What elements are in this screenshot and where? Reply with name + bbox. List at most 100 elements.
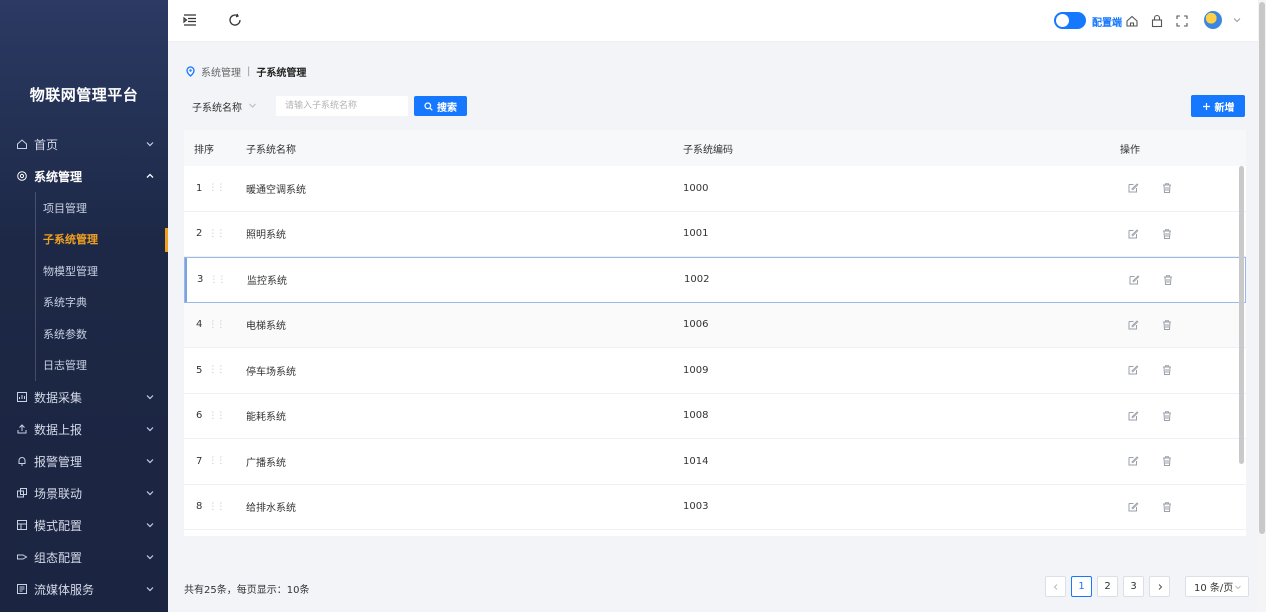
- delete-icon[interactable]: [1161, 455, 1173, 467]
- mode-icon: [17, 520, 27, 530]
- sidebar-submenu: 项目管理 子系统管理 物模型管理 系统字典 系统参数 日志管理: [0, 192, 168, 381]
- sidebar-subitem-parameters[interactable]: 系统参数: [0, 318, 168, 350]
- menu-fold-icon[interactable]: [183, 13, 197, 27]
- row-name: 能耗系统: [246, 412, 286, 424]
- drag-handle-icon[interactable]: ⋮⋮: [208, 502, 225, 512]
- page-size-select[interactable]: 10 条/页: [1185, 576, 1249, 597]
- delete-icon[interactable]: [1161, 319, 1173, 331]
- edit-icon[interactable]: [1127, 228, 1139, 240]
- delete-icon[interactable]: [1161, 364, 1173, 376]
- row-code: 1014: [683, 455, 709, 467]
- delete-icon[interactable]: [1161, 501, 1173, 513]
- delete-icon[interactable]: [1161, 228, 1173, 240]
- home-icon[interactable]: [1125, 14, 1139, 28]
- page-scrollbar-thumb[interactable]: [1259, 2, 1265, 534]
- row-index-cell: 1 ⋮⋮: [184, 183, 236, 194]
- row-index: 7: [196, 455, 203, 467]
- sidebar-item-label: 场景联动: [34, 486, 83, 501]
- add-button[interactable]: 新增: [1191, 95, 1245, 117]
- breadcrumb-separator: |: [247, 66, 251, 77]
- drag-handle-icon[interactable]: ⋮⋮: [208, 320, 225, 330]
- prev-page-button[interactable]: [1045, 576, 1066, 597]
- chevron-down-icon: [146, 395, 154, 400]
- config-mode-toggle[interactable]: [1054, 12, 1086, 29]
- edit-icon[interactable]: [1128, 274, 1140, 286]
- page-button-2[interactable]: 2: [1097, 576, 1118, 597]
- edit-icon[interactable]: [1127, 364, 1139, 376]
- table-row[interactable]: 1 ⋮⋮ 暖通空调系统 1000: [184, 166, 1246, 212]
- table-row[interactable]: 6 ⋮⋮ 能耗系统 1008: [184, 394, 1246, 439]
- drag-handle-icon[interactable]: ⋮⋮: [208, 411, 225, 421]
- table-row[interactable]: 5 ⋮⋮ 停车场系统 1009: [184, 348, 1246, 394]
- row-name: 监控系统: [247, 276, 287, 288]
- search-input[interactable]: [276, 96, 408, 116]
- row-name: 暖通空调系统: [246, 184, 306, 196]
- sidebar-item-scene[interactable]: 场景联动: [0, 477, 168, 509]
- sidebar-item-home[interactable]: 首页: [0, 128, 168, 160]
- sidebar-item-alarm[interactable]: 报警管理: [0, 445, 168, 477]
- page-button-3[interactable]: 3: [1123, 576, 1144, 597]
- row-index: 3: [197, 274, 204, 286]
- table-row[interactable]: 8 ⋮⋮ 给排水系统 1003: [184, 485, 1246, 530]
- sidebar-item-mode[interactable]: 模式配置: [0, 509, 168, 541]
- page-scrollbar[interactable]: [1258, 0, 1266, 612]
- chevron-down-icon[interactable]: [1232, 15, 1242, 25]
- page-size-value: 10 条/页: [1194, 583, 1234, 594]
- filter-field-select[interactable]: 子系统名称: [192, 99, 242, 114]
- delete-icon[interactable]: [1162, 274, 1174, 286]
- drag-handle-icon[interactable]: ⋮⋮: [208, 229, 225, 239]
- sidebar-subitem-thing-model[interactable]: 物模型管理: [0, 255, 168, 287]
- sidebar-item-data-report[interactable]: 数据上报: [0, 413, 168, 445]
- row-name: 广播系统: [246, 457, 286, 469]
- edit-icon[interactable]: [1127, 410, 1139, 422]
- table-row[interactable]: 7 ⋮⋮ 广播系统 1014: [184, 439, 1246, 485]
- add-button-label: 新增: [1214, 102, 1235, 114]
- chevron-down-icon[interactable]: [248, 101, 257, 110]
- drag-handle-icon[interactable]: ⋮⋮: [208, 183, 225, 193]
- row-actions: [1108, 319, 1228, 331]
- next-page-button[interactable]: [1149, 576, 1170, 597]
- column-header-code: 子系统编码: [683, 144, 733, 156]
- sidebar-item-label: 组态配置: [34, 550, 83, 565]
- sidebar-item-config[interactable]: 组态配置: [0, 541, 168, 573]
- sidebar-subitem-logs[interactable]: 日志管理: [0, 350, 168, 382]
- table-row[interactable]: 4 ⋮⋮ 电梯系统 1006: [184, 302, 1246, 348]
- chevron-down-icon: [146, 523, 154, 528]
- chevron-down-icon: [146, 491, 154, 496]
- fullscreen-icon[interactable]: [1175, 14, 1189, 28]
- row-index: 1: [196, 182, 203, 194]
- table-row[interactable]: 3 ⋮⋮ 监控系统 1002: [184, 257, 1246, 303]
- delete-icon[interactable]: [1161, 410, 1173, 422]
- row-actions: [1109, 274, 1229, 286]
- row-index: 8: [196, 501, 203, 513]
- sidebar-subitem-dictionary[interactable]: 系统字典: [0, 287, 168, 319]
- edit-icon[interactable]: [1127, 319, 1139, 331]
- sidebar-subitem-project[interactable]: 项目管理: [0, 192, 168, 224]
- search-button[interactable]: 搜索: [414, 96, 467, 116]
- page-button-1[interactable]: 1: [1071, 576, 1092, 597]
- lock-icon[interactable]: [1150, 14, 1164, 28]
- column-header-index: 排序: [194, 144, 214, 156]
- edit-icon[interactable]: [1127, 455, 1139, 467]
- chevron-up-icon: [146, 173, 154, 178]
- row-index-cell: 8 ⋮⋮: [184, 501, 236, 512]
- table-row[interactable]: 2 ⋮⋮ 照明系统 1001: [184, 212, 1246, 257]
- sidebar-subitem-subsystem[interactable]: 子系统管理: [0, 224, 168, 256]
- breadcrumb-parent[interactable]: 系统管理: [201, 64, 241, 79]
- sidebar-item-media[interactable]: 流媒体服务: [0, 573, 168, 605]
- edit-icon[interactable]: [1127, 182, 1139, 194]
- refresh-icon[interactable]: [228, 13, 242, 27]
- drag-handle-icon[interactable]: ⋮⋮: [209, 275, 226, 285]
- delete-icon[interactable]: [1161, 182, 1173, 194]
- table-scrollbar-thumb[interactable]: [1239, 166, 1244, 464]
- drag-handle-icon[interactable]: ⋮⋮: [208, 365, 225, 375]
- row-index-cell: 4 ⋮⋮: [184, 319, 236, 330]
- drag-handle-icon[interactable]: ⋮⋮: [208, 456, 225, 466]
- avatar[interactable]: [1204, 11, 1222, 29]
- row-name: 电梯系统: [246, 321, 286, 333]
- row-index-cell: 6 ⋮⋮: [184, 410, 236, 421]
- sidebar-item-data-collect[interactable]: 数据采集: [0, 381, 168, 413]
- edit-icon[interactable]: [1127, 501, 1139, 513]
- sidebar-item-system-management[interactable]: 系统管理: [0, 160, 168, 192]
- top-header: 配置端: [168, 0, 1258, 42]
